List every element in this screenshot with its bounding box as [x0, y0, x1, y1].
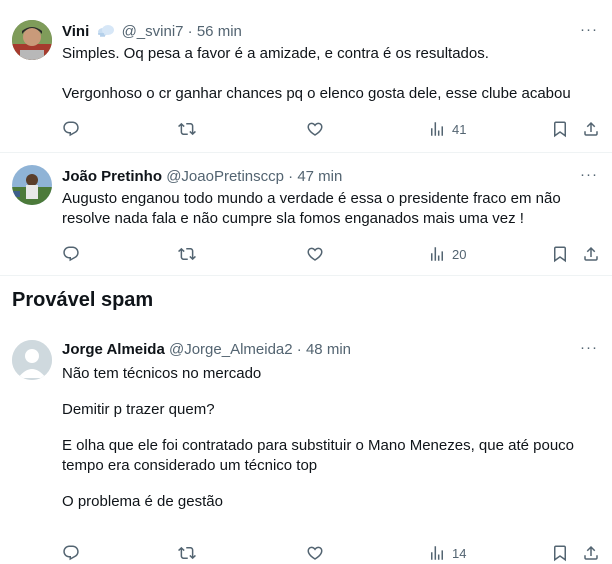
share-button[interactable]	[582, 118, 600, 140]
views-chart-icon	[428, 544, 446, 562]
separator-dot: ·	[187, 23, 193, 40]
reply-button[interactable]	[62, 243, 80, 265]
views-count: 20	[452, 246, 467, 262]
tweet-text: Não tem técnicos no mercado Demitir p tr…	[62, 364, 607, 512]
share-icon	[582, 120, 600, 138]
default-avatar-icon	[12, 340, 52, 380]
tweet-paragraph: Demitir p trazer quem?	[62, 401, 215, 418]
heart-icon	[306, 120, 324, 138]
display-name[interactable]: Vini	[62, 23, 89, 40]
reply-button[interactable]	[62, 542, 80, 564]
share-button[interactable]	[582, 542, 600, 564]
tweet-actions: 14	[0, 542, 612, 564]
tweet-header: Jorge Almeida @Jorge_Almeida2 · 48 min	[62, 340, 351, 360]
tweet-joao[interactable]: João Pretinho @JoaoPretinsccp · 47 min ·…	[0, 153, 612, 275]
tweet-paragraph: E olha que ele foi contratado para subst…	[62, 437, 574, 474]
bookmark-button[interactable]	[551, 542, 569, 564]
tweet-paragraph: Vergonhoso o cr ganhar chances pq o elen…	[62, 85, 571, 102]
views-button[interactable]: 20	[428, 243, 466, 265]
spam-section-title: Provável spam	[12, 289, 154, 311]
display-name[interactable]: João Pretinho	[62, 168, 162, 185]
user-photo-avatar	[12, 20, 52, 60]
views-chart-icon	[428, 120, 446, 138]
tweet-text: Augusto enganou todo mundo a verdade é e…	[62, 189, 607, 229]
avatar-joao[interactable]	[12, 165, 52, 205]
heart-icon	[306, 245, 324, 263]
tweet-header: João Pretinho @JoaoPretinsccp · 47 min	[62, 167, 342, 187]
tweet-header: Vini @_svini7 · 56 min	[62, 22, 242, 44]
more-options-icon[interactable]: ···	[580, 165, 598, 185]
avatar-vini[interactable]	[12, 20, 52, 60]
user-handle[interactable]: @_svini7	[122, 23, 184, 40]
tweet-paragraph: Simples. Oq pesa a favor é a amizade, e …	[62, 45, 489, 62]
tweet-paragraph: Augusto enganou todo mundo a verdade é e…	[62, 190, 561, 227]
reply-icon	[62, 544, 80, 562]
tweet-actions: 41	[0, 118, 612, 140]
divider	[0, 275, 612, 276]
user-photo-avatar	[12, 165, 52, 205]
user-handle[interactable]: @JoaoPretinsccp	[166, 168, 284, 185]
bookmark-button[interactable]	[551, 118, 569, 140]
bookmark-icon	[551, 245, 569, 263]
like-button[interactable]	[306, 118, 324, 140]
tweet-vini[interactable]: Vini @_svini7 · 56 min ··· Simples. Oq p…	[0, 0, 612, 151]
separator-dot: ·	[296, 341, 302, 358]
display-name[interactable]: Jorge Almeida	[62, 341, 165, 358]
cloud-emoji-icon	[97, 24, 115, 44]
retweet-icon	[178, 245, 196, 263]
retweet-button[interactable]	[178, 118, 196, 140]
heart-icon	[306, 544, 324, 562]
views-chart-icon	[428, 245, 446, 263]
retweet-icon	[178, 544, 196, 562]
tweet-actions: 20	[0, 243, 612, 265]
post-time[interactable]: 56 min	[197, 23, 242, 40]
user-handle[interactable]: @Jorge_Almeida2	[169, 341, 293, 358]
views-button[interactable]: 14	[428, 542, 466, 564]
share-button[interactable]	[582, 243, 600, 265]
reply-button[interactable]	[62, 118, 80, 140]
like-button[interactable]	[306, 542, 324, 564]
tweet-text: Simples. Oq pesa a favor é a amizade, e …	[62, 44, 607, 104]
bookmark-button[interactable]	[551, 243, 569, 265]
post-time[interactable]: 48 min	[306, 341, 351, 358]
tweet-paragraph: O problema é de gestão	[62, 493, 223, 510]
separator-dot: ·	[288, 168, 294, 185]
tweet-paragraph: Não tem técnicos no mercado	[62, 365, 262, 382]
bookmark-icon	[551, 120, 569, 138]
post-time[interactable]: 47 min	[297, 168, 342, 185]
more-options-icon[interactable]: ···	[580, 338, 598, 358]
more-options-icon[interactable]: ···	[580, 20, 598, 40]
retweet-button[interactable]	[178, 243, 196, 265]
reply-icon	[62, 245, 80, 263]
tweet-jorge[interactable]: Jorge Almeida @Jorge_Almeida2 · 48 min ·…	[0, 330, 612, 564]
retweet-button[interactable]	[178, 542, 196, 564]
views-button[interactable]: 41	[428, 118, 466, 140]
views-count: 41	[452, 121, 467, 137]
reply-icon	[62, 120, 80, 138]
bookmark-icon	[551, 544, 569, 562]
share-icon	[582, 544, 600, 562]
like-button[interactable]	[306, 243, 324, 265]
share-icon	[582, 245, 600, 263]
avatar-jorge[interactable]	[12, 340, 52, 380]
retweet-icon	[178, 120, 196, 138]
views-count: 14	[452, 545, 467, 561]
